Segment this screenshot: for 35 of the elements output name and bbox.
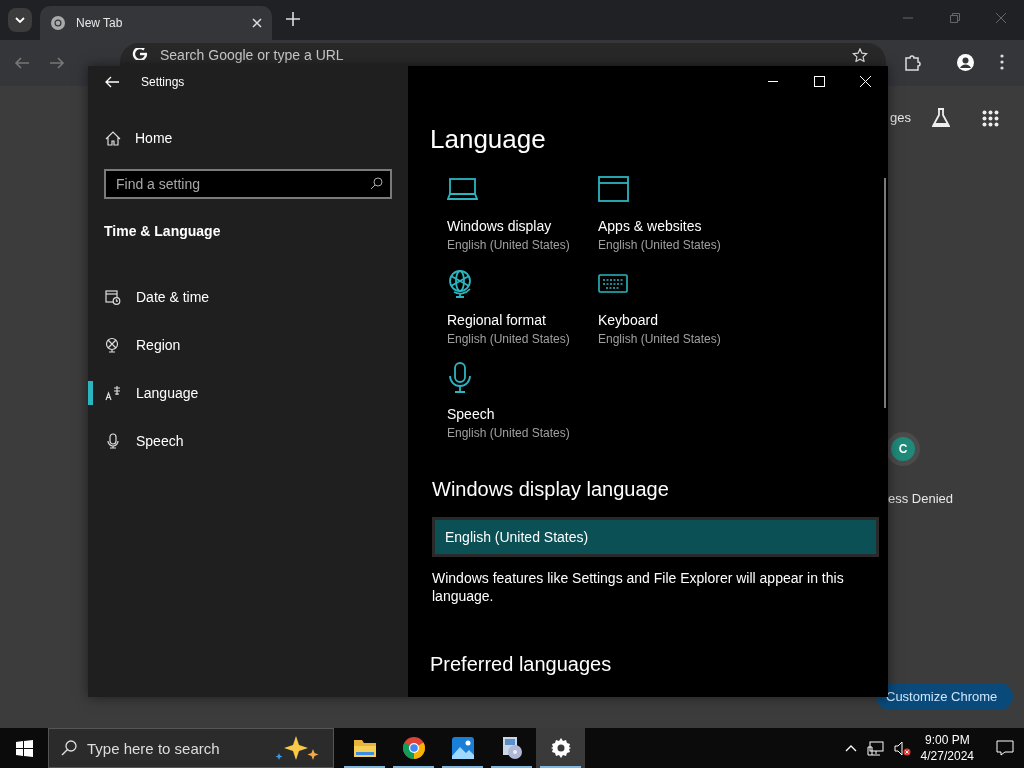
- section-heading: Time & Language: [103, 223, 222, 239]
- tile-title[interactable]: Apps & websites: [598, 218, 749, 234]
- date-text: 4/27/2024: [920, 748, 974, 764]
- section-heading: Windows display language: [432, 478, 670, 501]
- nav-item[interactable]: Language: [136, 385, 199, 401]
- nav-item[interactable]: Speech: [136, 433, 184, 449]
- nav-item[interactable]: Region: [136, 337, 181, 353]
- search-placeholder: Type here to search: [87, 739, 221, 757]
- tile-subtitle: English (United States): [447, 426, 571, 440]
- browser-tab[interactable]: New Tab: [40, 6, 272, 40]
- page-heading: Language: [430, 124, 547, 154]
- tile-subtitle: English (United States): [598, 238, 722, 252]
- home-link[interactable]: Home: [88, 118, 408, 158]
- description-text: Windows features like Settings and File Explorer will appear in this language.: [432, 569, 845, 605]
- tile-title[interactable]: Regional format: [447, 312, 598, 328]
- nav-item[interactable]: Date & time: [136, 289, 210, 305]
- customize-chrome-button[interactable]: Customize Chrome: [876, 683, 1014, 710]
- tile-title[interactable]: Windows display: [447, 218, 598, 234]
- tile-subtitle: English (United States): [447, 332, 571, 346]
- header-link[interactable]: ges: [890, 110, 911, 125]
- address-placeholder: Search Google or type a URL: [160, 48, 344, 62]
- window-title: Settings: [141, 75, 185, 89]
- tab-title: New Tab: [76, 16, 124, 30]
- language-dropdown[interactable]: English (United States): [432, 517, 879, 557]
- address-bar[interactable]: Search Google or type a URL: [120, 43, 886, 66]
- taskbar-search[interactable]: Type here to search: [48, 728, 334, 768]
- clock[interactable]: 9:00 PM 4/27/2024: [920, 732, 974, 764]
- tile-subtitle: English (United States): [447, 238, 571, 252]
- search-field[interactable]: Find a setting: [104, 169, 392, 199]
- tile-subtitle: English (United States): [598, 332, 722, 346]
- shortcut-label: ess Denied: [888, 491, 954, 506]
- section-heading: Preferred languages: [430, 653, 613, 676]
- tile-title[interactable]: Keyboard: [598, 312, 749, 328]
- time-text: 9:00 PM: [924, 732, 970, 748]
- tile-title[interactable]: Speech: [447, 406, 598, 422]
